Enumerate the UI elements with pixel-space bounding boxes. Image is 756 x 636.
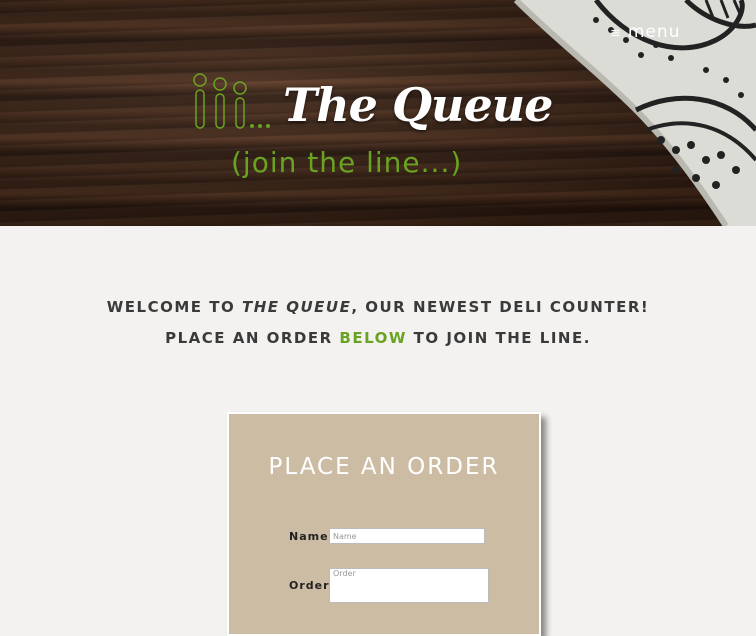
name-input[interactable] — [329, 528, 485, 544]
instruction-suffix: TO JOIN THE LINE. — [406, 329, 591, 347]
order-input[interactable] — [329, 568, 489, 603]
queue-people-icon — [193, 73, 270, 129]
order-form-card: PLACE AN ORDER Name: Order: — [227, 412, 541, 636]
hamburger-icon: ≡ — [610, 26, 622, 41]
welcome-message: WELCOME TO THE QUEUE, OUR NEWEST DELI CO… — [0, 292, 756, 354]
welcome-prefix: WELCOME TO — [106, 298, 242, 316]
welcome-line-2: PLACE AN ORDER BELOW TO JOIN THE LINE. — [0, 323, 756, 354]
hero-banner: ≡ menu The Queue (join the line...) — [0, 0, 756, 226]
site-tagline: (join the line...) — [231, 146, 463, 179]
welcome-line-1: WELCOME TO THE QUEUE, OUR NEWEST DELI CO… — [0, 292, 756, 323]
name-label: Name: — [289, 530, 334, 543]
menu-button[interactable]: ≡ menu — [610, 22, 680, 42]
welcome-suffix: , OUR NEWEST DELI COUNTER! — [351, 298, 650, 316]
instruction-prefix: PLACE AN ORDER — [165, 329, 340, 347]
welcome-brand: THE QUEUE — [241, 298, 352, 316]
menu-label: menu — [627, 22, 681, 42]
site-title: The Queue — [283, 78, 553, 132]
instruction-highlight: BELOW — [339, 329, 407, 347]
order-form-title: PLACE AN ORDER — [268, 454, 500, 480]
